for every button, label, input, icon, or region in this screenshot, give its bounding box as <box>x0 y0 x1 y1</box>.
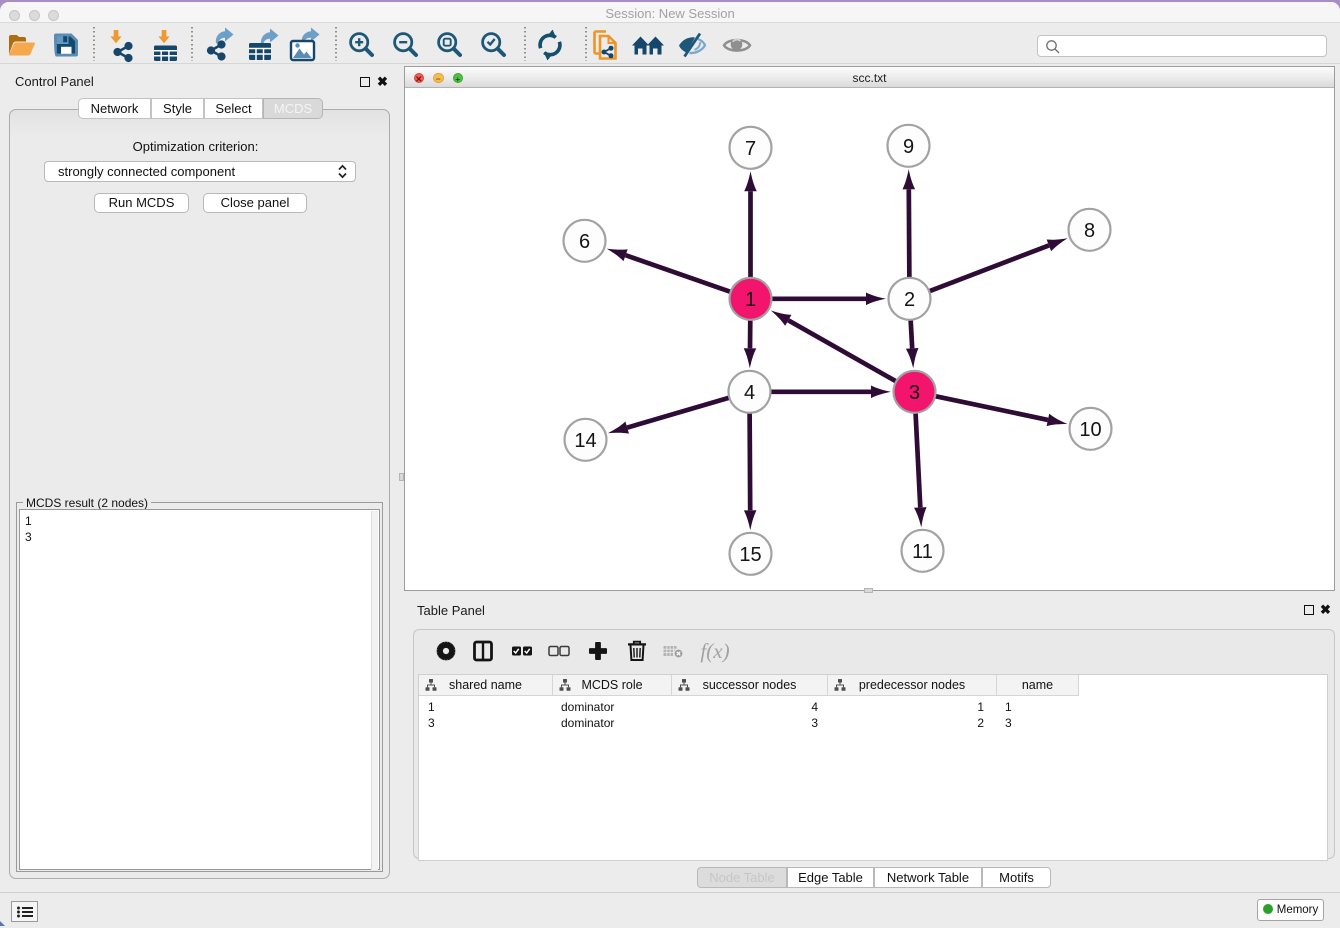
svg-text:2: 2 <box>904 289 915 311</box>
svg-text:10: 10 <box>1079 419 1101 441</box>
svg-text:4: 4 <box>744 382 755 404</box>
svg-text:7: 7 <box>745 138 756 160</box>
svg-text:15: 15 <box>739 544 761 566</box>
svg-text:3: 3 <box>909 382 920 404</box>
svg-text:f(x): f(x) <box>700 639 729 663</box>
svg-text:11: 11 <box>912 541 933 563</box>
svg-text:6: 6 <box>579 231 590 253</box>
svg-text:1: 1 <box>745 289 756 311</box>
svg-text:8: 8 <box>1084 220 1095 242</box>
svg-text:14: 14 <box>574 430 596 452</box>
svg-text:9: 9 <box>903 136 914 158</box>
